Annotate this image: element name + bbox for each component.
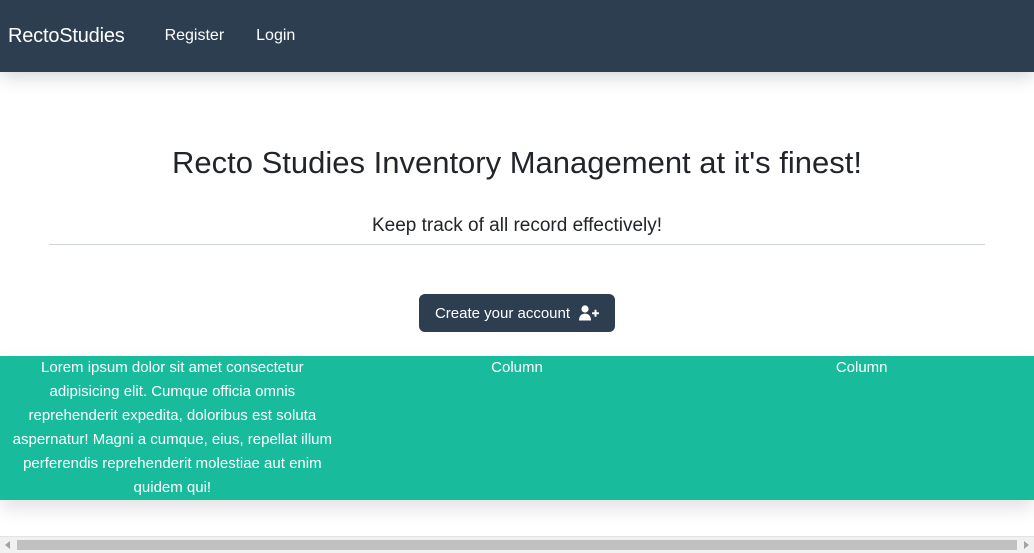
nav-link-register[interactable]: Register bbox=[165, 27, 225, 45]
horizontal-scrollbar[interactable] bbox=[0, 536, 1034, 553]
nav-link-login[interactable]: Login bbox=[256, 27, 295, 45]
lead-text: Keep track of all record effectively! bbox=[371, 215, 663, 236]
page-title: Recto Studies Inventory Management at it… bbox=[172, 145, 862, 180]
scroll-left-icon[interactable] bbox=[5, 541, 10, 549]
create-account-label: Create your account bbox=[434, 304, 571, 322]
user-plus-icon bbox=[579, 305, 600, 321]
columns-band: Lorem ipsum dolor sit amet consectetur a… bbox=[0, 356, 1034, 500]
column-2: Column bbox=[491, 359, 543, 376]
column-1: Lorem ipsum dolor sit amet consectetur a… bbox=[12, 359, 332, 496]
column-3: Column bbox=[835, 359, 888, 376]
scroll-right-icon[interactable] bbox=[1024, 541, 1029, 549]
divider bbox=[49, 244, 985, 245]
scroll-thumb[interactable] bbox=[17, 540, 1017, 550]
navbar: RectoStudies Register Login bbox=[0, 0, 1034, 72]
brand-link[interactable]: RectoStudies bbox=[8, 25, 125, 48]
create-account-button[interactable]: Create your account bbox=[419, 294, 615, 332]
